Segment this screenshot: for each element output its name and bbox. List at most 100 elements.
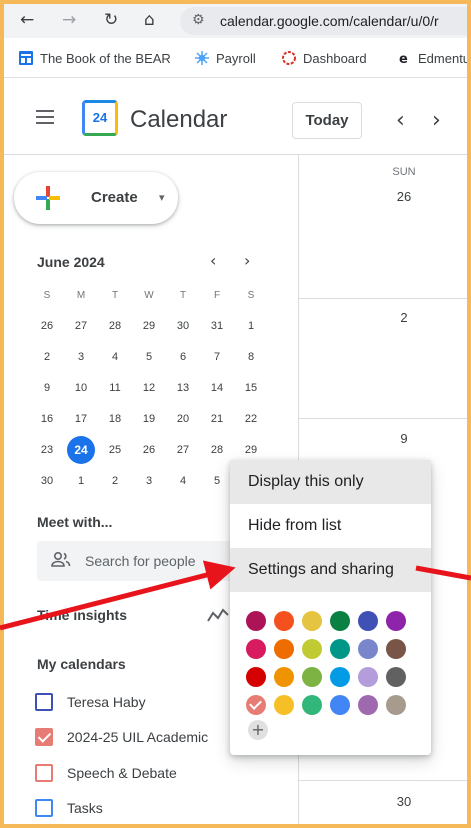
mini-calendar-day[interactable]: 30 [32, 469, 62, 493]
reload-icon[interactable]: ↻ [104, 10, 118, 30]
color-swatch[interactable] [358, 639, 378, 659]
mini-calendar-day[interactable]: 28 [202, 438, 232, 462]
calendar-checkbox[interactable] [35, 693, 53, 711]
color-swatch[interactable] [302, 667, 322, 687]
color-swatch[interactable] [386, 639, 406, 659]
mini-calendar-day[interactable]: 1 [66, 469, 96, 493]
mini-calendar-day[interactable]: 29 [134, 314, 164, 338]
calendar-checkbox[interactable] [35, 728, 53, 746]
mini-calendar-day[interactable]: 9 [32, 376, 62, 400]
calendar-list-item[interactable]: Teresa Haby [35, 691, 146, 713]
mini-calendar-day[interactable]: 12 [134, 376, 164, 400]
mini-calendar-day[interactable]: 17 [66, 407, 96, 431]
menu-item-hide-from-list[interactable]: Hide from list [230, 504, 431, 548]
date-cell-label[interactable]: 9 [384, 431, 424, 446]
mini-calendar-day[interactable]: 25 [100, 438, 130, 462]
back-icon[interactable]: ← [20, 10, 34, 30]
color-swatch[interactable] [386, 611, 406, 631]
color-swatch[interactable] [246, 667, 266, 687]
main-menu-icon[interactable] [36, 110, 54, 124]
mini-calendar-day[interactable]: 3 [66, 345, 96, 369]
mini-calendar-day[interactable]: 26 [134, 438, 164, 462]
color-swatch[interactable] [330, 667, 350, 687]
color-swatch[interactable] [358, 695, 378, 715]
mini-calendar-day[interactable]: 5 [202, 469, 232, 493]
color-swatch[interactable] [274, 639, 294, 659]
color-swatch[interactable] [330, 639, 350, 659]
color-swatch[interactable] [302, 611, 322, 631]
color-swatch[interactable] [330, 695, 350, 715]
bookmark-dashboard[interactable]: Dashboard [281, 50, 367, 66]
mini-calendar-day[interactable]: 10 [66, 376, 96, 400]
color-swatch[interactable] [274, 667, 294, 687]
mini-calendar-day[interactable]: 2 [32, 345, 62, 369]
color-swatch[interactable] [302, 695, 322, 715]
insights-icon[interactable] [207, 606, 229, 624]
color-swatch[interactable] [246, 611, 266, 631]
mini-calendar-today[interactable]: 24 [67, 436, 95, 464]
calendar-checkbox[interactable] [35, 764, 53, 782]
mini-calendar-day[interactable]: 19 [134, 407, 164, 431]
menu-item-display-this-only[interactable]: Display this only [230, 460, 431, 504]
create-button[interactable]: Create ▾ [14, 172, 178, 224]
mini-calendar-day[interactable]: 27 [66, 314, 96, 338]
bookmark-book-of-the-bear[interactable]: The Book of the BEAR [18, 50, 171, 66]
forward-icon[interactable]: → [62, 10, 76, 30]
time-insights-title[interactable]: Time insights [37, 607, 127, 623]
color-swatch[interactable] [330, 611, 350, 631]
mini-calendar-day[interactable]: 30 [168, 314, 198, 338]
color-swatch[interactable] [274, 695, 294, 715]
mini-calendar-day[interactable]: 20 [168, 407, 198, 431]
previous-period-icon[interactable]: ‹ [396, 108, 405, 133]
add-custom-color-button[interactable]: + [248, 720, 268, 740]
bookmark-edmentum[interactable]: e Edmentu [396, 50, 467, 67]
mini-calendar-day[interactable]: 21 [202, 407, 232, 431]
mini-calendar-day[interactable]: 4 [168, 469, 198, 493]
date-cell-label[interactable]: 2 [384, 310, 424, 325]
calendar-list-item[interactable]: Speech & Debate [35, 762, 177, 784]
color-swatch[interactable] [358, 667, 378, 687]
mini-calendar-day[interactable]: 6 [168, 345, 198, 369]
date-cell-label[interactable]: 26 [384, 189, 424, 204]
calendar-list-item[interactable]: Tasks [35, 797, 103, 819]
date-cell-label[interactable]: 30 [384, 794, 424, 809]
color-swatch[interactable] [386, 695, 406, 715]
mini-calendar-day[interactable]: 3 [134, 469, 164, 493]
color-swatch[interactable] [246, 639, 266, 659]
mini-calendar-day[interactable]: 7 [202, 345, 232, 369]
home-icon[interactable]: ⌂ [144, 10, 155, 30]
next-period-icon[interactable]: › [432, 108, 441, 133]
calendar-list-item[interactable]: 2024-25 UIL Academic [35, 726, 208, 748]
address-bar[interactable]: ⚙ calendar.google.com/calendar/u/0/r [180, 7, 467, 35]
today-button[interactable]: Today [292, 102, 362, 139]
bookmark-payroll[interactable]: Payroll [194, 50, 256, 66]
mini-calendar-day[interactable]: 2 [100, 469, 130, 493]
mini-calendar-day[interactable]: 1 [236, 314, 266, 338]
menu-item-settings-and-sharing[interactable]: Settings and sharing [230, 548, 431, 592]
color-swatch[interactable] [386, 667, 406, 687]
mini-calendar-day[interactable]: 26 [32, 314, 62, 338]
mini-calendar-day[interactable]: 8 [236, 345, 266, 369]
mini-calendar-day[interactable]: 27 [168, 438, 198, 462]
mini-calendar-day[interactable]: 13 [168, 376, 198, 400]
mini-calendar-day[interactable]: 15 [236, 376, 266, 400]
mini-calendar-day[interactable]: 14 [202, 376, 232, 400]
mini-prev-month-icon[interactable]: ‹ [210, 251, 216, 270]
mini-calendar-day[interactable]: 4 [100, 345, 130, 369]
mini-next-month-icon[interactable]: › [244, 251, 250, 270]
mini-calendar-day[interactable]: 5 [134, 345, 164, 369]
mini-calendar-day[interactable]: 31 [202, 314, 232, 338]
calendar-checkbox[interactable] [35, 799, 53, 817]
color-swatch-selected[interactable] [246, 695, 266, 715]
color-swatch[interactable] [358, 611, 378, 631]
mini-calendar-day[interactable]: 11 [100, 376, 130, 400]
mini-calendar-day[interactable]: 18 [100, 407, 130, 431]
mini-calendar-day[interactable]: 28 [100, 314, 130, 338]
color-swatch[interactable] [302, 639, 322, 659]
site-info-icon[interactable]: ⚙ [192, 12, 205, 28]
color-swatch[interactable] [274, 611, 294, 631]
mini-calendar-day[interactable]: 22 [236, 407, 266, 431]
mini-calendar-day[interactable]: 29 [236, 438, 266, 462]
mini-calendar-day[interactable]: 23 [32, 438, 62, 462]
mini-calendar-day[interactable]: 16 [32, 407, 62, 431]
